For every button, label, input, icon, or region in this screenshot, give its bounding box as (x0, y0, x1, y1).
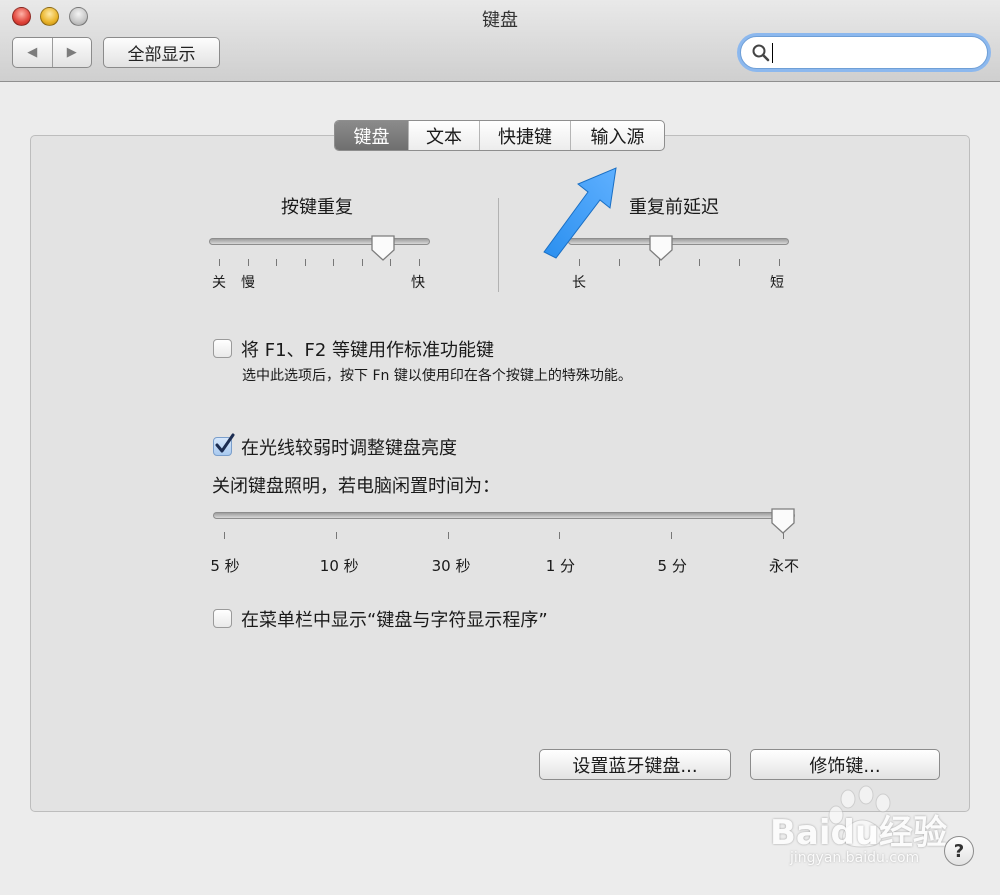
baidu-brand-text: Baidu经验 (770, 813, 948, 853)
text-caret (772, 43, 773, 63)
slider-tick (779, 259, 780, 266)
baidu-url-text: jingyan.baidu.com (790, 850, 920, 866)
delay-until-repeat-title: 重复前延迟 (629, 197, 719, 218)
backlight-idle-tick-label: 5 秒 (210, 557, 240, 575)
backlight-off-label: 关闭键盘照明，若电脑闲置时间为： (212, 476, 500, 497)
backlight-idle-tick-label: 30 秒 (431, 557, 471, 575)
slider-tick (333, 259, 335, 266)
slider-tick (247, 259, 249, 266)
fn-keys-description: 选中此选项后，按下 Fn 键以使用印在各个按键上的特殊功能。 (242, 368, 632, 384)
search-field[interactable] (740, 36, 988, 69)
backlight-idle-tick-label: 10 秒 (319, 557, 359, 575)
slider-tick (219, 259, 220, 266)
key-repeat-off-label: 关 (212, 275, 226, 291)
delay-short-label: 短 (770, 275, 784, 291)
backlight-idle-tick-label: 1 分 (545, 557, 576, 575)
forward-button[interactable]: ▶ (51, 38, 92, 67)
slider-divider (498, 198, 499, 292)
backlight-idle-track[interactable] (213, 512, 795, 519)
tab-keyboard[interactable]: 键盘 (335, 121, 408, 150)
delay-long-label: 长 (572, 275, 586, 291)
search-icon (752, 44, 770, 62)
help-button[interactable]: ? (944, 836, 974, 866)
back-button[interactable]: ◀ (13, 38, 52, 67)
window-title: 键盘 (482, 10, 518, 31)
slider-tick (224, 532, 225, 539)
delay-until-repeat-slider-thumb[interactable] (648, 234, 674, 262)
backlight-idle-tick-label: 永不 (768, 557, 799, 575)
back-icon: ◀ (27, 45, 38, 60)
auto-brightness-label[interactable]: 在光线较弱时调整键盘亮度 (241, 434, 457, 460)
slider-tick (335, 532, 337, 539)
show-all-button[interactable]: 全部显示 (103, 37, 220, 68)
toolbar: 键盘 ◀ ▶ 全部显示 (0, 0, 1000, 82)
backlight-idle-tick-label: 5 分 (657, 557, 687, 575)
arrow-annotation-icon (543, 167, 617, 259)
settings-panel (30, 135, 970, 812)
fn-keys-label[interactable]: 将 F1、F2 等键用作标准功能键 (241, 336, 494, 362)
auto-brightness-checkbox[interactable] (213, 433, 235, 456)
key-repeat-slider-thumb[interactable] (370, 234, 396, 262)
back-forward-control: ◀ ▶ (12, 37, 92, 68)
slider-tick (619, 259, 620, 266)
key-repeat-title: 按键重复 (281, 197, 353, 218)
key-repeat-track[interactable] (209, 238, 430, 245)
slider-tick (699, 259, 700, 266)
slider-tick (739, 259, 740, 266)
slider-tick (304, 259, 306, 266)
modifier-keys-button[interactable]: 修饰键... (750, 749, 940, 780)
key-repeat-fast-label: 快 (411, 275, 425, 291)
menubar-viewer-checkbox[interactable] (213, 609, 232, 628)
forward-icon: ▶ (66, 45, 77, 60)
backlight-idle-slider-thumb[interactable] (770, 507, 796, 535)
slider-tick (447, 532, 449, 539)
slider-tick (419, 259, 420, 266)
menubar-viewer-label[interactable]: 在菜单栏中显示“键盘与字符显示程序” (241, 606, 548, 632)
tab-bar: 键盘 文本 快捷键 输入源 (334, 120, 665, 151)
tab-shortcuts[interactable]: 快捷键 (479, 121, 570, 150)
slider-tick (559, 532, 561, 539)
tab-text[interactable]: 文本 (408, 121, 479, 150)
slider-tick (276, 259, 278, 266)
slider-tick (671, 532, 673, 539)
slider-tick (361, 259, 363, 266)
setup-bluetooth-keyboard-button[interactable]: 设置蓝牙键盘... (539, 749, 731, 780)
slider-tick (579, 259, 580, 266)
fn-keys-checkbox[interactable] (213, 339, 232, 358)
checkmark-icon (215, 433, 235, 453)
key-repeat-slow-label: 慢 (241, 275, 255, 291)
tab-input-sources[interactable]: 输入源 (570, 121, 664, 150)
